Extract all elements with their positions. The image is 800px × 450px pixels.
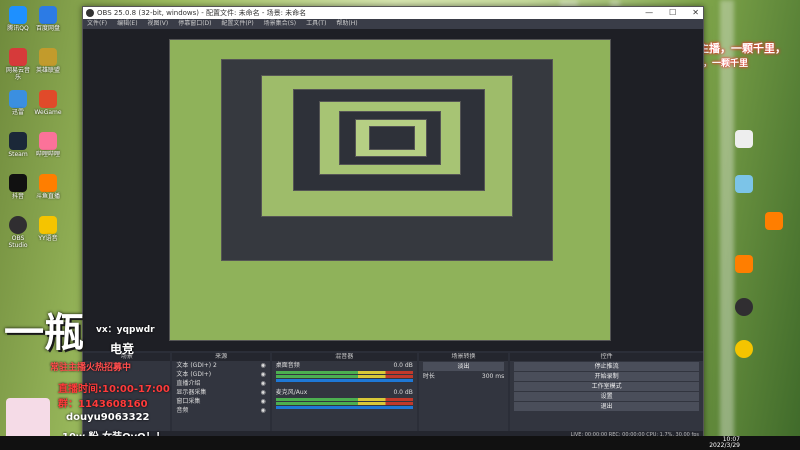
menu-view[interactable]: 视图(V) (147, 20, 168, 27)
overlay-wx: vx：yqpwdr (96, 325, 155, 335)
eye-icon[interactable]: ◉ (261, 361, 266, 370)
system-clock[interactable]: 10:07 2022/3/29 (709, 437, 740, 449)
transition-duration: 时长 300 ms (422, 372, 505, 381)
start-recording-button[interactable]: 开始录制 (514, 372, 699, 381)
desktop-icon[interactable] (730, 175, 758, 194)
maximize-button[interactable]: ☐ (669, 7, 676, 19)
minimize-button[interactable]: — (645, 7, 653, 19)
desktop-icon[interactable]: OBS Studio (4, 216, 32, 249)
volume-meter (275, 375, 413, 378)
yy-icon (735, 340, 753, 358)
mixer-track-label: 麦克风/Aux 0.0 dB (275, 389, 413, 396)
stop-streaming-button[interactable]: 停止推流 (514, 362, 699, 371)
transition-select[interactable]: 淡出 (422, 362, 505, 371)
app-icon (735, 255, 753, 273)
desktop-icon[interactable]: YY语音 (34, 216, 62, 242)
transitions-dock-title: 场景转换 (418, 353, 509, 361)
volume-meter (275, 402, 413, 405)
music-icon (9, 48, 27, 66)
thunder-icon (9, 90, 27, 108)
exit-button[interactable]: 退出 (514, 402, 699, 411)
window-controls: — ☐ ✕ (645, 7, 699, 19)
mixer-dock[interactable]: 混音器 桌面音频 0.0 dB 麦克风/Aux 0.0 dB (271, 353, 417, 431)
mixer-dock-title: 混音器 (271, 353, 417, 361)
obs-icon (735, 298, 753, 316)
desktop-icon[interactable] (730, 255, 758, 274)
overlay-recruit: 常驻主播火热招募中 (50, 363, 132, 373)
yy-icon (39, 216, 57, 234)
qq-icon (9, 6, 27, 24)
desktop-icon[interactable] (760, 212, 788, 231)
menu-profile[interactable]: 配置文件(P) (221, 20, 253, 27)
title-bar[interactable]: OBS 25.0.8 (32-bit, windows) - 配置文件: 未命名… (83, 7, 703, 19)
desktop-icon[interactable]: 英雄联盟 (34, 48, 62, 74)
steam-icon (9, 132, 27, 150)
desktop-icon[interactable]: 迅雷 (4, 90, 32, 116)
menu-edit[interactable]: 编辑(E) (117, 20, 137, 27)
app-icon (765, 212, 783, 230)
bilibili-icon (39, 132, 57, 150)
duration-input[interactable]: 300 ms (482, 372, 504, 381)
volume-slider[interactable] (275, 379, 413, 382)
eye-icon[interactable]: ◉ (261, 379, 266, 388)
nested-preview-frame (369, 126, 415, 150)
close-button[interactable]: ✕ (692, 7, 699, 19)
menu-help[interactable]: 帮助(H) (336, 20, 357, 27)
overlay-douyu: douyu9063322 (66, 412, 150, 423)
volume-slider[interactable] (275, 406, 413, 409)
eye-icon[interactable]: ◉ (261, 370, 266, 379)
volume-meter (275, 371, 413, 374)
desktop-icon[interactable] (730, 340, 758, 359)
overlay-brand: 电竞 (110, 342, 135, 356)
desktop-icon[interactable]: WeGame (34, 90, 62, 116)
game-icon (39, 48, 57, 66)
controls-dock[interactable]: 控件 停止推流 开始录制 工作室模式 设置 退出 (510, 353, 703, 431)
overlay-group: 群：1143608160 (58, 399, 148, 410)
desktop-icon[interactable] (730, 130, 758, 149)
controls-dock-title: 控件 (510, 353, 703, 361)
menu-docks[interactable]: 停靠窗口(D) (178, 20, 211, 27)
menu-file[interactable]: 文件(F) (87, 20, 107, 27)
document-icon (735, 130, 753, 148)
character-icon (735, 175, 753, 193)
desktop-icon[interactable]: 百度网盘 (34, 6, 62, 32)
settings-button[interactable]: 设置 (514, 392, 699, 401)
transitions-dock[interactable]: 场景转换 淡出 时长 300 ms (418, 353, 509, 431)
douyu-icon (39, 174, 57, 192)
desktop-icon[interactable]: 哔哩哔哩 (34, 132, 62, 158)
cloud-icon (39, 6, 57, 24)
wegame-icon (39, 90, 57, 108)
desktop-icon[interactable]: 网易云音乐 (4, 48, 32, 81)
eye-icon[interactable]: ◉ (261, 397, 266, 406)
obs-logo-icon (86, 9, 94, 17)
douyin-icon (9, 174, 27, 192)
overlay-hours: 直播时间:10:00-17:00 (58, 384, 170, 395)
window-title: OBS 25.0.8 (32-bit, windows) - 配置文件: 未命名… (97, 9, 307, 17)
eye-icon[interactable]: ◉ (261, 388, 266, 397)
desktop-icon[interactable] (730, 298, 758, 317)
obs-icon (9, 216, 27, 234)
studio-mode-button[interactable]: 工作室模式 (514, 382, 699, 391)
volume-meter (275, 398, 413, 401)
menu-bar: 文件(F) 编辑(E) 视图(V) 停靠窗口(D) 配置文件(P) 场景集合(S… (83, 19, 703, 29)
menu-scene-collection[interactable]: 场景集合(S) (264, 20, 297, 27)
menu-tools[interactable]: 工具(T) (306, 20, 326, 27)
overlay-logo: 一瓶 (4, 309, 84, 356)
desktop-icon[interactable]: 斗鱼直播 (34, 174, 62, 200)
taskbar: 10:07 2022/3/29 (0, 436, 800, 450)
mixer-track-label: 桌面音频 0.0 dB (275, 362, 413, 369)
desktop-icon[interactable]: Steam (4, 132, 32, 158)
eye-icon[interactable]: ◉ (261, 406, 266, 415)
stream-overlay: 一瓶 vx：yqpwdr 电竞 常驻主播火热招募中 直播时间:10:00-17:… (0, 300, 220, 450)
desktop-icon[interactable]: 腾讯QQ (4, 6, 32, 32)
desktop-icon[interactable]: 抖音 (4, 174, 32, 200)
